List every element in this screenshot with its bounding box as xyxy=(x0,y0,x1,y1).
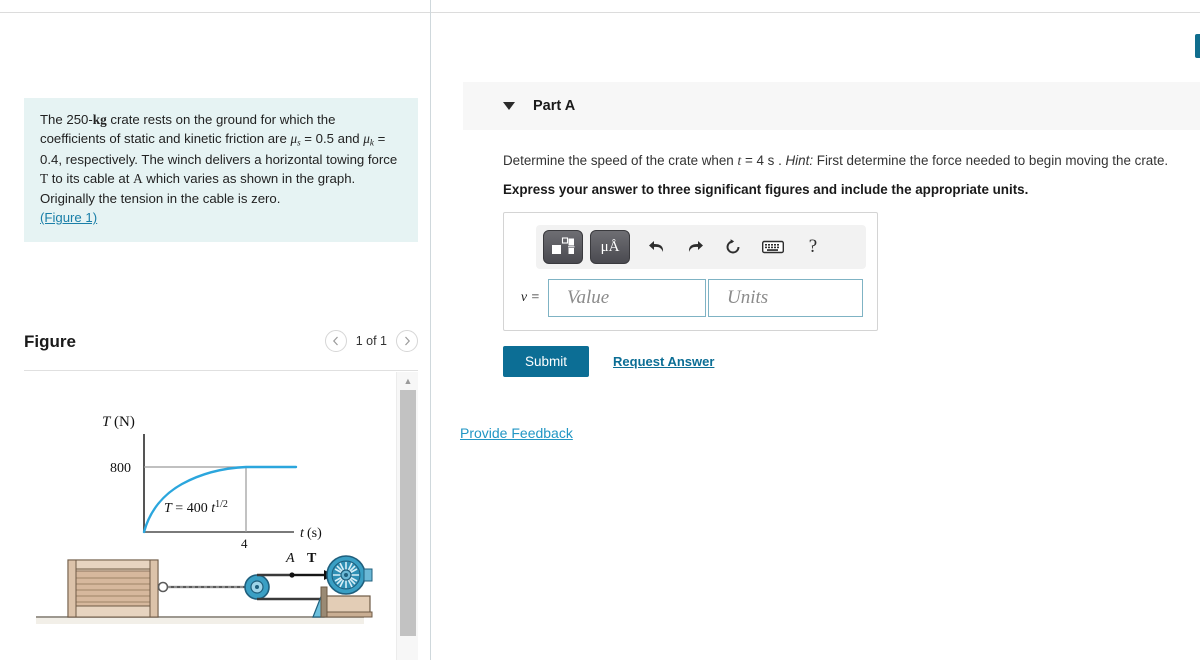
page-root: The 250-kg crate rests on the ground for… xyxy=(0,0,1200,660)
hint-label: Hint: xyxy=(785,153,814,168)
figure-divider xyxy=(24,370,418,371)
figure-1-link[interactable]: (Figure 1) xyxy=(40,210,97,225)
answer-widget: μÅ ? v = Value Units xyxy=(503,212,878,331)
part-a-title: Part A xyxy=(533,98,576,114)
figure-next-button[interactable] xyxy=(396,330,418,352)
question-statement: The 250-kg crate rests on the ground for… xyxy=(24,98,418,242)
hint-text: First determine the force needed to begi… xyxy=(813,153,1169,168)
question-text-250: The 250- xyxy=(40,112,93,127)
scroll-up-arrow-icon[interactable]: ▲ xyxy=(397,372,419,389)
prompt-text-b: = 4 s . xyxy=(741,153,786,168)
units-input[interactable]: Units xyxy=(708,279,863,317)
submit-button[interactable]: Submit xyxy=(503,346,590,377)
figure-scrollbar[interactable]: ▲ xyxy=(396,372,418,660)
chevron-right-icon xyxy=(404,336,410,346)
question-text-b: to its cable at xyxy=(48,171,134,187)
reset-icon[interactable] xyxy=(722,230,744,264)
undo-icon[interactable] xyxy=(646,230,668,264)
chevron-left-icon xyxy=(333,336,339,346)
math-template-icon[interactable] xyxy=(543,230,583,264)
svg-text:T: T xyxy=(102,414,112,430)
keyboard-icon[interactable] xyxy=(760,230,786,264)
T-symbol: T xyxy=(40,171,49,187)
answer-variable-label: v = xyxy=(520,290,540,305)
math-template-glyph xyxy=(552,237,575,254)
svg-text:4: 4 xyxy=(241,536,248,551)
redo-glyph xyxy=(688,241,703,252)
figure-prev-button[interactable] xyxy=(324,330,347,352)
answer-input-row: v = Value Units xyxy=(514,277,869,319)
figure-nav: 1 of 1 xyxy=(324,330,418,352)
keyboard-glyph xyxy=(762,240,784,254)
svg-text:800: 800 xyxy=(110,461,131,476)
pulley xyxy=(244,574,270,600)
part-a-header[interactable]: Part A xyxy=(463,82,1200,130)
caret-down-icon[interactable] xyxy=(503,102,515,110)
submit-row: Submit Request Answer xyxy=(503,346,714,377)
right-pane: Part A Determine the speed of the crate … xyxy=(431,0,1200,660)
question-unit-kg: kg xyxy=(92,112,107,127)
A-symbol: A xyxy=(133,171,143,187)
label-A: A xyxy=(285,551,295,566)
redo-icon[interactable] xyxy=(684,230,706,264)
mu-s-value: = 0.5 and xyxy=(300,131,364,147)
reset-glyph xyxy=(726,239,740,254)
help-icon[interactable]: ? xyxy=(802,230,824,264)
svg-text:T = 400 t1/2: T = 400 t1/2 xyxy=(164,499,228,516)
mu-k-symbol: μ xyxy=(363,131,370,147)
value-placeholder: Value xyxy=(567,287,610,308)
answer-instruction: Express your answer to three significant… xyxy=(503,182,1029,197)
left-pane: The 250-kg crate rests on the ground for… xyxy=(0,0,430,660)
figure-counter: 1 of 1 xyxy=(355,334,387,348)
crate-figure xyxy=(67,559,169,618)
label-T: T xyxy=(307,551,317,566)
part-a-prompt: Determine the speed of the crate when t … xyxy=(503,153,1200,169)
units-placeholder: Units xyxy=(727,287,769,308)
provide-feedback-link[interactable]: Provide Feedback xyxy=(460,425,573,441)
figure-panel-title: Figure xyxy=(24,332,76,351)
figure-viewport[interactable]: T (N) 800 4 t (s) T = 400 t1/2 A T xyxy=(24,372,418,660)
answer-toolbar: μÅ ? xyxy=(536,225,866,269)
undo-glyph xyxy=(649,241,664,252)
value-input[interactable]: Value xyxy=(548,279,706,317)
prompt-text-a: Determine the speed of the crate when xyxy=(503,153,738,168)
figure-header: Figure 1 of 1 xyxy=(24,328,418,364)
figure-image: T (N) 800 4 t (s) T = 400 t1/2 A T xyxy=(36,414,373,624)
winch xyxy=(312,555,373,618)
scrollbar-thumb[interactable] xyxy=(400,390,416,636)
svg-text:(s): (s) xyxy=(307,526,322,541)
svg-text:(N): (N) xyxy=(114,414,135,430)
request-answer-link[interactable]: Request Answer xyxy=(613,354,714,369)
svg-text:t: t xyxy=(300,526,305,541)
units-icon[interactable]: μÅ xyxy=(590,230,630,264)
